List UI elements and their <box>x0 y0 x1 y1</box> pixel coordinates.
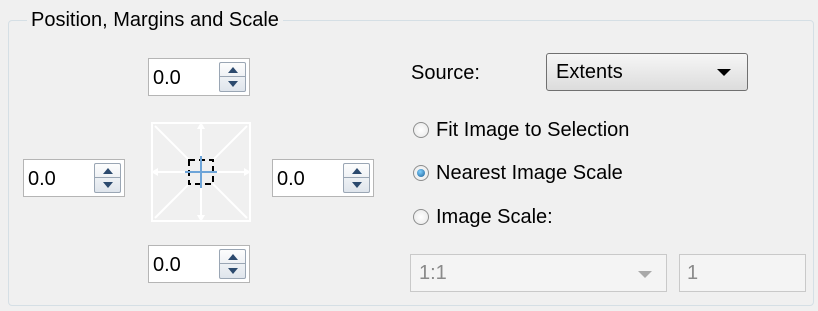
chevron-down-icon <box>638 271 652 278</box>
nearest-image-scale-radio[interactable] <box>413 165 429 181</box>
right-margin-spinner[interactable]: 0.0 <box>272 159 374 197</box>
arrow-down-icon[interactable] <box>220 264 245 278</box>
arrow-up-icon[interactable] <box>344 164 369 178</box>
arrow-down-icon[interactable] <box>220 77 245 91</box>
right-margin-spin-buttons[interactable] <box>343 163 370 193</box>
fit-image-to-selection-radio[interactable] <box>413 122 429 138</box>
image-scale-custom-input: 1 <box>679 254 806 292</box>
anchor-position-icon[interactable] <box>149 120 253 224</box>
arrow-down-icon[interactable] <box>95 178 120 192</box>
source-label: Source: <box>411 62 480 84</box>
left-margin-spin-buttons[interactable] <box>94 163 121 193</box>
arrow-down-icon[interactable] <box>344 178 369 192</box>
arrow-up-icon[interactable] <box>95 164 120 178</box>
bottom-margin-spinner[interactable]: 0.0 <box>148 245 250 283</box>
image-scale-radio[interactable] <box>413 209 429 225</box>
top-margin-spinner[interactable]: 0.0 <box>148 58 250 96</box>
image-scale-value: 1:1 <box>419 262 447 284</box>
image-scale-label[interactable]: Image Scale: <box>436 205 553 229</box>
bottom-margin-spin-buttons[interactable] <box>219 249 246 279</box>
top-margin-spin-buttons[interactable] <box>219 62 246 92</box>
left-margin-value[interactable]: 0.0 <box>28 160 56 198</box>
nearest-image-scale-label[interactable]: Nearest Image Scale <box>436 161 623 185</box>
image-scale-dropdown: 1:1 <box>410 254 667 292</box>
group-title: Position, Margins and Scale <box>27 8 283 32</box>
image-scale-custom-value: 1 <box>687 262 699 284</box>
source-value: Extents <box>556 61 623 83</box>
right-margin-value[interactable]: 0.0 <box>277 160 305 198</box>
source-dropdown[interactable]: Extents <box>546 53 748 91</box>
chevron-down-icon[interactable] <box>717 69 731 76</box>
left-margin-spinner[interactable]: 0.0 <box>23 159 125 197</box>
top-margin-value[interactable]: 0.0 <box>153 59 181 97</box>
fit-image-to-selection-label[interactable]: Fit Image to Selection <box>436 118 629 142</box>
bottom-margin-value[interactable]: 0.0 <box>153 246 181 284</box>
arrow-up-icon[interactable] <box>220 250 245 264</box>
arrow-up-icon[interactable] <box>220 63 245 77</box>
